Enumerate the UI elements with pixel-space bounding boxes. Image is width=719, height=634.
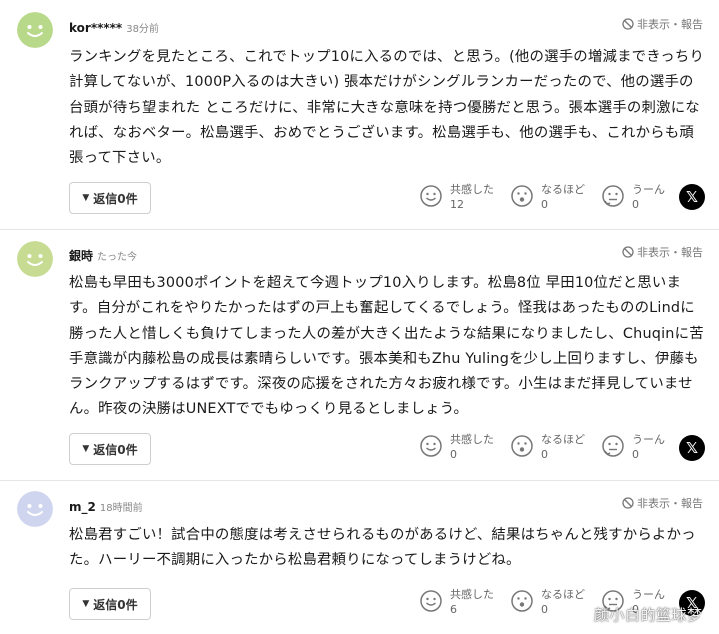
reaction-count: 0 <box>541 448 548 461</box>
x-share-button[interactable]: 𝕏 <box>679 435 705 461</box>
reaction-label: 共感した <box>450 433 494 446</box>
reply-button[interactable]: ▼ 返信0件 <box>69 588 151 620</box>
reaction-label: なるほど <box>541 588 585 601</box>
comment-time: たった今 <box>97 252 138 263</box>
reaction-hmm[interactable]: うーん 0 <box>602 432 665 462</box>
avatar[interactable] <box>17 241 53 277</box>
report-label: 非表示・報告 <box>637 18 703 31</box>
surprised-face-icon <box>511 590 533 612</box>
comment-body: ランキングを見たところ、これでトップ10に入るのでは、と思う。(他の選手の増減ま… <box>69 49 705 167</box>
reaction-count: 0 <box>632 448 639 461</box>
reply-label: 返信0件 <box>93 597 138 612</box>
reaction-understand[interactable]: なるほど 0 <box>511 432 585 462</box>
reaction-empathize[interactable]: 共感した 6 <box>420 587 494 617</box>
reaction-count: 0 <box>632 198 639 211</box>
reply-button[interactable]: ▼ 返信0件 <box>69 433 151 465</box>
reaction-label: なるほど <box>541 433 585 446</box>
report-link[interactable]: 非表示・報告 <box>622 495 703 511</box>
reaction-hmm[interactable]: うーん 0 <box>602 182 665 212</box>
reaction-count: 0 <box>541 198 548 211</box>
prohibited-icon <box>622 18 634 30</box>
triangle-down-icon: ▼ <box>82 193 90 203</box>
report-label: 非表示・報告 <box>637 246 703 259</box>
reaction-label: うーん <box>632 433 665 446</box>
reaction-count: 0 <box>541 603 548 616</box>
smile-face-icon <box>420 435 442 457</box>
prohibited-icon <box>622 246 634 258</box>
reply-label: 返信0件 <box>93 191 138 206</box>
comment-time: 18時間前 <box>99 503 143 514</box>
reaction-count: 12 <box>450 198 464 211</box>
x-logo-icon: 𝕏 <box>685 439 699 457</box>
x-logo-icon: 𝕏 <box>685 188 699 206</box>
report-label: 非表示・報告 <box>637 497 703 510</box>
reaction-empathize[interactable]: 共感した 12 <box>420 182 494 212</box>
watermark: 颜小白的篮球梦 <box>594 606 703 624</box>
comment-author[interactable]: 銀時 たった今 <box>69 247 137 264</box>
smiley-avatar-icon <box>17 12 53 48</box>
reaction-label: うーん <box>632 183 665 196</box>
reply-button[interactable]: ▼ 返信0件 <box>69 182 151 214</box>
report-link[interactable]: 非表示・報告 <box>622 244 703 260</box>
report-link[interactable]: 非表示・報告 <box>622 16 703 32</box>
author-name[interactable]: m_2 <box>69 500 96 514</box>
triangle-down-icon: ▼ <box>82 599 90 609</box>
thinking-face-icon <box>602 185 624 207</box>
comment-body: 松島も早田も3000ポイントを超えて今週トップ10入りします。松島8位 早田10… <box>69 275 704 418</box>
avatar[interactable] <box>17 12 53 48</box>
reaction-understand[interactable]: なるほど 0 <box>511 587 585 617</box>
reaction-count: 0 <box>450 448 457 461</box>
surprised-face-icon <box>511 185 533 207</box>
reaction-label: 共感した <box>450 588 494 601</box>
comment-author[interactable]: m_2 18時間前 <box>69 499 143 514</box>
prohibited-icon <box>622 497 634 509</box>
reaction-count: 6 <box>450 603 457 616</box>
avatar[interactable] <box>17 491 53 527</box>
comment-item: 銀時 たった今 非表示・報告 松島も早田も3000ポイントを超えて今週トップ10入… <box>0 230 719 480</box>
smile-face-icon <box>420 590 442 612</box>
reaction-label: 共感した <box>450 183 494 196</box>
surprised-face-icon <box>511 435 533 457</box>
triangle-down-icon: ▼ <box>82 444 90 454</box>
smiley-avatar-icon <box>17 241 53 277</box>
comment-author[interactable]: kor***** 38分前 <box>69 20 159 35</box>
reaction-label: なるほど <box>541 183 585 196</box>
thinking-face-icon <box>602 435 624 457</box>
reaction-empathize[interactable]: 共感した 0 <box>420 432 494 462</box>
reply-label: 返信0件 <box>93 442 138 457</box>
smile-face-icon <box>420 185 442 207</box>
author-name[interactable]: 銀時 <box>69 249 93 263</box>
x-share-button[interactable]: 𝕏 <box>679 184 705 210</box>
smiley-avatar-icon <box>17 491 53 527</box>
reaction-understand[interactable]: なるほど 0 <box>511 182 585 212</box>
reaction-label: うーん <box>632 588 665 601</box>
comment-time: 38分前 <box>126 24 159 35</box>
comment-body: 松島君すごい！試合中の態度は考えさせられるものがあるけど、結果はちゃんと残すから… <box>69 527 696 569</box>
author-name[interactable]: kor***** <box>69 21 122 35</box>
comment-item: kor***** 38分前 非表示・報告 ランキングを見たところ、これでトップ10… <box>0 0 719 229</box>
